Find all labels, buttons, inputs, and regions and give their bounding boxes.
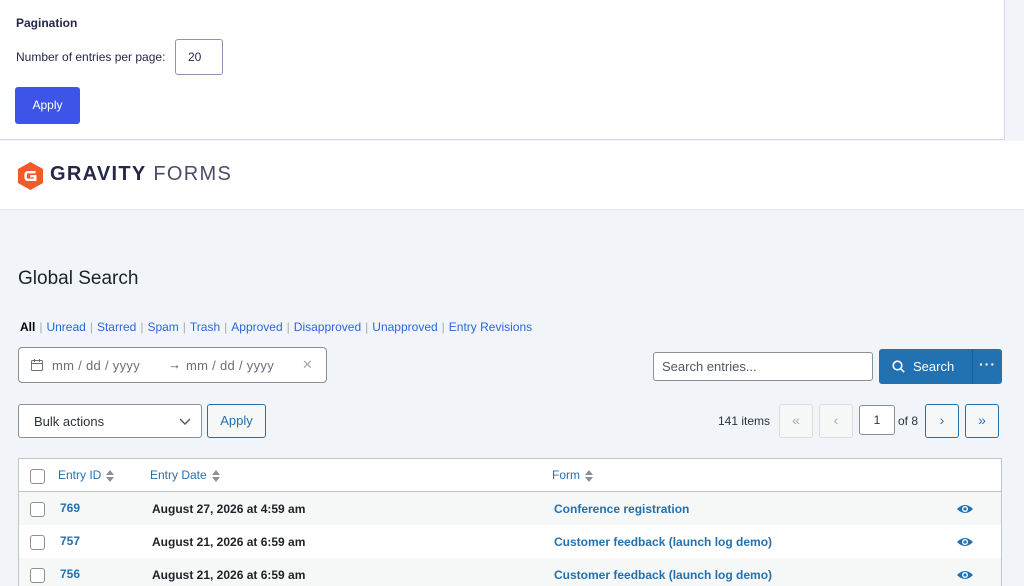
entry-id-link[interactable]: 757 bbox=[60, 534, 80, 548]
sort-icon bbox=[585, 469, 593, 482]
row-checkbox[interactable] bbox=[30, 502, 45, 517]
view-entry-icon[interactable] bbox=[956, 536, 974, 548]
page-title: Global Search bbox=[18, 268, 139, 289]
date-range-picker[interactable]: mm / dd / yyyy → mm / dd / yyyy ✕ bbox=[18, 347, 327, 383]
bulk-apply-button[interactable]: Apply bbox=[207, 404, 266, 438]
pagination-apply-button[interactable]: Apply bbox=[15, 87, 80, 124]
view-entry-icon[interactable] bbox=[956, 569, 974, 581]
column-form[interactable]: Form bbox=[552, 468, 593, 482]
filter-spam[interactable]: Spam bbox=[147, 320, 178, 334]
bulk-actions-select[interactable]: Bulk actions bbox=[18, 404, 202, 438]
entry-date: August 27, 2026 at 4:59 am bbox=[152, 502, 306, 516]
form-link[interactable]: Conference registration bbox=[554, 502, 689, 516]
end-date-input[interactable]: mm / dd / yyyy bbox=[186, 358, 274, 373]
pagination-title: Pagination bbox=[16, 16, 78, 30]
start-date-input[interactable]: mm / dd / yyyy bbox=[52, 358, 140, 373]
form-link[interactable]: Customer feedback (launch log demo) bbox=[554, 535, 772, 549]
current-page-input[interactable]: 1 bbox=[859, 405, 895, 435]
search-input[interactable]: Search entries... bbox=[653, 352, 873, 381]
sort-icon bbox=[211, 469, 220, 482]
entry-date: August 21, 2026 at 6:59 am bbox=[152, 568, 306, 582]
entries-per-page-input[interactable]: 20 bbox=[175, 39, 223, 75]
entries-table: Entry ID Entry Date Form 769 August 27, … bbox=[18, 458, 1002, 586]
filter-all[interactable]: All bbox=[20, 320, 35, 334]
pagination-settings-panel: Pagination Number of entries per page: 2… bbox=[0, 0, 1005, 140]
form-link[interactable]: Customer feedback (launch log demo) bbox=[554, 568, 772, 582]
more-options-button[interactable]: ··· bbox=[972, 349, 1002, 384]
status-filters: All | Unread | Starred | Spam | Trash | Approved | D… bbox=[20, 320, 533, 334]
entry-id-link[interactable]: 756 bbox=[60, 567, 80, 581]
table-row[interactable]: 757 August 21, 2026 at 6:59 am Customer … bbox=[19, 525, 1001, 558]
header-band: GRAVITY FORMS bbox=[0, 141, 1024, 210]
filter-approved[interactable]: Approved bbox=[231, 320, 282, 334]
gravity-forms-logo-text: GRAVITY FORMS bbox=[50, 163, 233, 185]
prev-page-button[interactable]: ‹ bbox=[819, 404, 853, 438]
filter-disapproved[interactable]: Disapproved bbox=[294, 320, 361, 334]
sort-icon bbox=[106, 469, 115, 482]
filter-entry-revisions[interactable]: Entry Revisions bbox=[449, 320, 532, 334]
select-all-checkbox[interactable] bbox=[30, 469, 45, 484]
search-button[interactable]: Search bbox=[879, 349, 972, 384]
table-row[interactable]: 756 August 21, 2026 at 6:59 am Customer … bbox=[19, 558, 1001, 586]
table-row[interactable]: 769 August 27, 2026 at 4:59 am Conferenc… bbox=[19, 492, 1001, 525]
chevron-down-icon bbox=[179, 418, 191, 425]
entries-per-page-label: Number of entries per page: bbox=[16, 50, 166, 64]
calendar-icon bbox=[31, 359, 43, 371]
bulk-actions-label: Bulk actions bbox=[34, 414, 105, 429]
last-page-button[interactable]: » bbox=[965, 404, 999, 438]
items-count: 141 items bbox=[718, 414, 771, 428]
total-pages: of 8 bbox=[898, 414, 919, 428]
clear-dates-icon[interactable]: ✕ bbox=[302, 357, 313, 373]
search-icon bbox=[892, 360, 905, 373]
view-entry-icon[interactable] bbox=[956, 503, 974, 515]
entry-date: August 21, 2026 at 6:59 am bbox=[152, 535, 306, 549]
gravity-forms-logo-icon bbox=[18, 162, 43, 190]
filter-unapproved[interactable]: Unapproved bbox=[372, 320, 437, 334]
table-header: Entry ID Entry Date Form bbox=[19, 459, 1001, 492]
filter-trash[interactable]: Trash bbox=[190, 320, 220, 334]
entry-id-link[interactable]: 769 bbox=[60, 501, 80, 515]
search-button-label: Search bbox=[913, 359, 955, 374]
row-checkbox[interactable] bbox=[30, 568, 45, 583]
filter-starred[interactable]: Starred bbox=[97, 320, 136, 334]
date-range-arrow-icon: → bbox=[168, 357, 181, 372]
column-entry-id[interactable]: Entry ID bbox=[58, 468, 115, 482]
filter-unread[interactable]: Unread bbox=[46, 320, 85, 334]
row-checkbox[interactable] bbox=[30, 535, 45, 550]
column-entry-date[interactable]: Entry Date bbox=[150, 468, 220, 482]
first-page-button[interactable]: « bbox=[779, 404, 813, 438]
next-page-button[interactable]: › bbox=[925, 404, 959, 438]
